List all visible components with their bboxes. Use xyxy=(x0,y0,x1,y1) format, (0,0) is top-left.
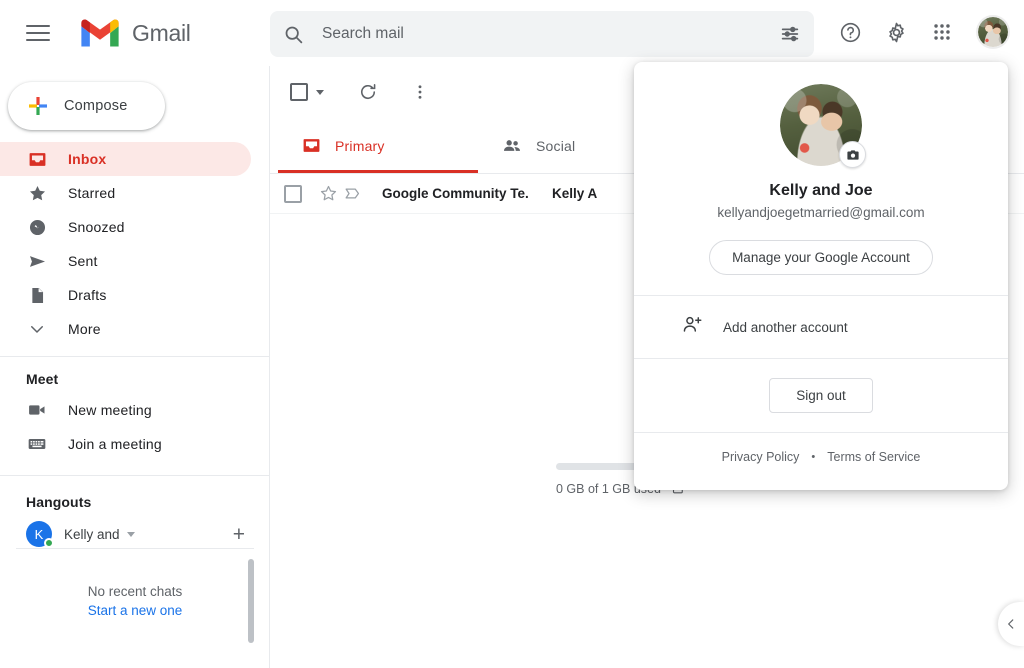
popup-avatar-wrap xyxy=(780,84,866,168)
apps-grid-icon[interactable] xyxy=(920,10,964,54)
inbox-icon xyxy=(26,150,48,169)
chevron-down-icon[interactable] xyxy=(126,531,135,537)
sign-out-button[interactable]: Sign out xyxy=(769,378,873,413)
person-add-icon xyxy=(682,314,703,340)
sidebar-item-sent[interactable]: Sent xyxy=(0,244,251,278)
star-outline-icon[interactable] xyxy=(316,184,340,203)
gmail-logo-icon xyxy=(81,19,119,47)
email-subject: Kelly A xyxy=(552,186,598,201)
chevron-down-icon[interactable] xyxy=(316,89,324,95)
sidebar-item-inbox[interactable]: Inbox xyxy=(0,142,251,176)
popup-account-name: Kelly and Joe xyxy=(769,182,873,199)
brand-title: Gmail xyxy=(132,19,191,46)
terms-of-service-link[interactable]: Terms of Service xyxy=(827,450,920,464)
sidebar-item-new-meeting[interactable]: New meeting xyxy=(0,393,251,427)
sidebar-item-more[interactable]: More xyxy=(0,312,251,346)
search-icon[interactable] xyxy=(270,11,316,57)
hangouts-avatar: K xyxy=(26,521,54,548)
tune-filter-icon[interactable] xyxy=(766,11,814,57)
top-right-icons xyxy=(828,9,1016,55)
hangouts-section-title: Hangouts xyxy=(26,494,92,510)
tab-label: Social xyxy=(536,137,576,154)
search-input[interactable] xyxy=(316,25,766,43)
chat-scrollbar[interactable] xyxy=(248,559,254,643)
sidebar-item-snoozed[interactable]: Snoozed xyxy=(0,210,251,244)
video-camera-icon xyxy=(26,400,48,420)
tab-primary[interactable]: Primary xyxy=(278,118,478,173)
nav-list: Inbox Starred Snoozed Sent Drafts More xyxy=(0,142,269,346)
privacy-policy-link[interactable]: Privacy Policy xyxy=(722,450,800,464)
email-sender: Google Community Te. xyxy=(382,186,529,201)
chat-panel: No recent chats Start a new one xyxy=(16,548,254,652)
hangouts-user-row[interactable]: K Kelly and + xyxy=(0,516,269,552)
sidebar: Compose Inbox Starred Snoozed Sent Draft… xyxy=(0,66,270,668)
plus-icon xyxy=(29,97,47,115)
account-popup: Kelly and Joe kellyandjoegetmarried@gmai… xyxy=(634,62,1008,490)
sidebar-item-label: Snoozed xyxy=(68,219,125,235)
inbox-icon xyxy=(303,139,320,152)
document-icon xyxy=(26,286,48,305)
popup-footer: Privacy Policy • Terms of Service xyxy=(634,433,1008,481)
select-all-control[interactable] xyxy=(282,83,324,101)
add-another-account-item[interactable]: Add another account xyxy=(634,296,1008,358)
hangouts-user-name: Kelly and xyxy=(64,526,120,542)
search-bar[interactable] xyxy=(270,11,814,57)
account-avatar[interactable] xyxy=(970,9,1016,55)
sidebar-item-label: New meeting xyxy=(68,402,152,418)
star-icon xyxy=(26,184,48,203)
clock-icon xyxy=(26,218,48,237)
more-vertical-icon[interactable] xyxy=(400,72,440,112)
refresh-icon[interactable] xyxy=(348,72,388,112)
gear-icon[interactable] xyxy=(874,10,918,54)
checkbox-icon[interactable] xyxy=(290,83,308,101)
meet-section-title: Meet xyxy=(26,371,59,387)
sidebar-item-label: Join a meeting xyxy=(68,436,162,452)
top-bar: Gmail xyxy=(0,0,1024,66)
account-popup-header: Kelly and Joe kellyandjoegetmarried@gmai… xyxy=(634,62,1008,295)
help-circle-icon[interactable] xyxy=(828,10,872,54)
tab-label: Primary xyxy=(335,137,385,154)
chat-empty-text: No recent chats xyxy=(87,583,183,599)
hamburger-icon[interactable] xyxy=(14,9,62,57)
add-another-account-label: Add another account xyxy=(723,319,848,335)
sidebar-item-label: Drafts xyxy=(68,287,107,303)
chevron-down-icon xyxy=(26,320,48,338)
sign-out-wrap: Sign out xyxy=(634,359,1008,432)
compose-button[interactable]: Compose xyxy=(8,82,165,130)
camera-icon[interactable] xyxy=(839,141,866,168)
hangouts-avatar-initial: K xyxy=(34,526,44,542)
keyboard-icon xyxy=(26,434,48,454)
start-new-chat-link[interactable]: Start a new one xyxy=(88,603,183,618)
gmail-brand[interactable]: Gmail xyxy=(78,16,191,50)
popup-account-email: kellyandjoegetmarried@gmail.com xyxy=(717,205,925,220)
hangouts-add-button[interactable]: + xyxy=(233,524,245,545)
sidebar-item-drafts[interactable]: Drafts xyxy=(0,278,251,312)
people-icon xyxy=(504,139,520,151)
compose-label: Compose xyxy=(64,98,128,114)
sidebar-item-label: Starred xyxy=(68,185,116,201)
footer-separator: • xyxy=(811,451,816,463)
important-marker-icon[interactable] xyxy=(340,184,364,203)
send-icon xyxy=(26,252,48,271)
online-status-dot xyxy=(44,538,54,548)
row-checkbox[interactable] xyxy=(284,184,302,203)
sidebar-item-starred[interactable]: Starred xyxy=(0,176,251,210)
sidebar-item-label: Sent xyxy=(68,253,98,269)
sidebar-item-label: More xyxy=(68,321,101,337)
gmail-window: Gmail Search mail Compose Inbox Starred … xyxy=(0,0,1024,668)
chevron-left-icon xyxy=(1008,619,1014,629)
manage-google-account-button[interactable]: Manage your Google Account xyxy=(709,240,933,275)
sidebar-item-label: Inbox xyxy=(68,151,107,167)
sidebar-item-join-meeting[interactable]: Join a meeting xyxy=(0,427,251,461)
